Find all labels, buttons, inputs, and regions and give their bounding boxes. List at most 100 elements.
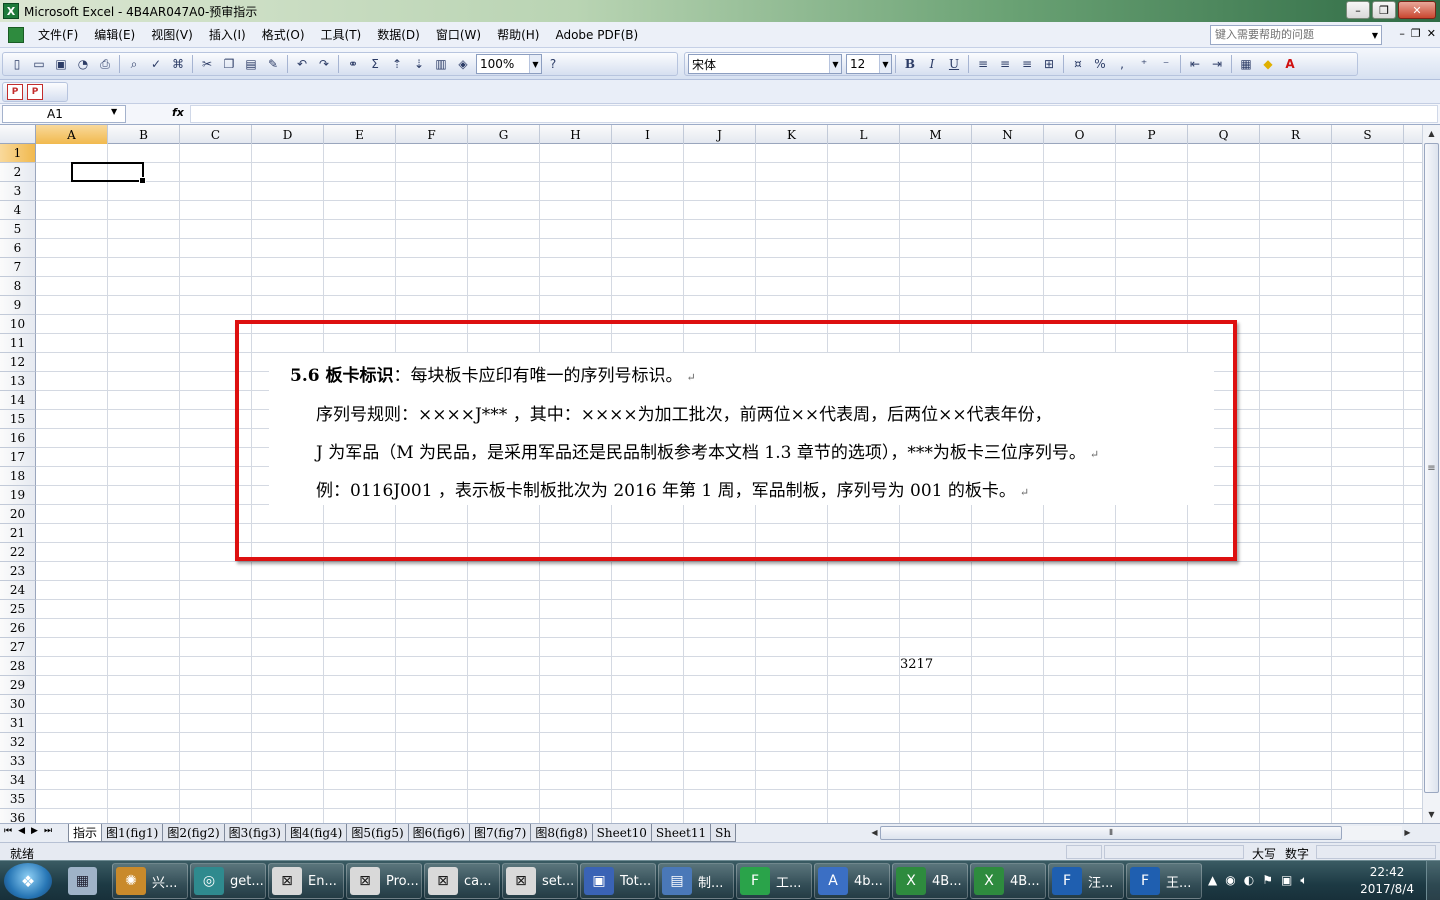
column-header-s[interactable]: S <box>1332 125 1404 144</box>
column-header-j[interactable]: J <box>684 125 756 144</box>
row-header-14[interactable]: 14 <box>0 391 36 410</box>
help-search-input[interactable]: 键入需要帮助的问题 <box>1210 25 1382 45</box>
sheet-tab[interactable]: Sheet10 <box>591 824 652 842</box>
row-header-19[interactable]: 19 <box>0 486 36 505</box>
name-box[interactable]: A1 <box>2 105 126 123</box>
sheet-tab[interactable]: 图6(fig6) <box>407 824 470 842</box>
show-hidden-icons-icon[interactable]: ▲ <box>1208 873 1217 888</box>
format-painter-icon[interactable]: ✎ <box>264 55 282 73</box>
show-desktop-button[interactable] <box>1426 861 1440 900</box>
row-header-29[interactable]: 29 <box>0 676 36 695</box>
taskbar-task[interactable]: ◎ get... <box>190 863 266 899</box>
prev-sheet-icon[interactable]: ◀ <box>18 826 25 836</box>
taskbar-task[interactable]: ⊠ ca... <box>424 863 500 899</box>
menu-data[interactable]: 数据(D) <box>369 22 428 48</box>
bold-button[interactable]: B <box>901 55 919 73</box>
font-dropdown-icon[interactable]: ▼ <box>829 55 841 73</box>
select-all-corner[interactable] <box>0 125 36 144</box>
doc-minimize-button[interactable]: – <box>1399 27 1405 40</box>
highlight-rectangle[interactable] <box>235 320 1237 561</box>
permission-icon[interactable]: ◔ <box>74 55 92 73</box>
row-header-7[interactable]: 7 <box>0 258 36 277</box>
scroll-up-icon[interactable]: ▲ <box>1423 125 1440 142</box>
column-header-r[interactable]: R <box>1260 125 1332 144</box>
row-header-18[interactable]: 18 <box>0 467 36 486</box>
insert-function-icon[interactable]: fx <box>172 106 184 119</box>
sheet-tab[interactable]: 图5(fig5) <box>346 824 409 842</box>
row-header-6[interactable]: 6 <box>0 239 36 258</box>
sheet-tab[interactable]: 图1(fig1) <box>101 824 164 842</box>
last-sheet-icon[interactable]: ⏭ <box>44 826 52 836</box>
calculator-taskbar-icon[interactable]: ▦ <box>64 863 104 899</box>
next-sheet-icon[interactable]: ▶ <box>31 826 38 836</box>
convert-and-email-pdf-icon[interactable]: P <box>27 84 43 100</box>
vertical-scrollbar[interactable]: ▲ ≡ ▼ <box>1422 125 1440 823</box>
row-header-10[interactable]: 10 <box>0 315 36 334</box>
taskbar-task[interactable]: X 4B... <box>892 863 968 899</box>
row-header-26[interactable]: 26 <box>0 619 36 638</box>
vertical-scroll-thumb[interactable]: ≡ <box>1424 143 1439 793</box>
cell-value[interactable]: 3217 <box>900 657 933 672</box>
taskbar-task[interactable]: X 4B... <box>970 863 1046 899</box>
network-icon[interactable]: ▣ <box>1281 873 1292 888</box>
menu-adobe-pdf[interactable]: Adobe PDF(B) <box>547 22 646 48</box>
name-box-dropdown-icon[interactable]: ▼ <box>111 107 117 116</box>
row-header-25[interactable]: 25 <box>0 600 36 619</box>
sheet-tab[interactable]: Sheet11 <box>650 824 712 842</box>
column-header-m[interactable]: M <box>900 125 972 144</box>
column-header-l[interactable]: L <box>828 125 900 144</box>
sheet-tab[interactable]: 图3(fig3) <box>223 824 286 842</box>
chart-wizard-icon[interactable]: ▥ <box>432 55 450 73</box>
first-sheet-icon[interactable]: ⏮ <box>4 826 12 836</box>
hyperlink-icon[interactable]: ⚭ <box>344 55 362 73</box>
column-header-n[interactable]: N <box>972 125 1044 144</box>
redo-icon[interactable]: ↷ <box>315 55 333 73</box>
start-button[interactable]: ❖ <box>4 863 52 899</box>
taskbar-task[interactable]: ⊠ En... <box>268 863 344 899</box>
column-header-b[interactable]: B <box>108 125 180 144</box>
horizontal-scrollbar[interactable]: ◀ ⦀ ▶ <box>866 826 1416 840</box>
menu-help[interactable]: 帮助(H) <box>489 22 547 48</box>
help-icon[interactable]: ? <box>544 55 562 73</box>
zoom-dropdown-icon[interactable]: ▼ <box>529 55 541 73</box>
column-header-i[interactable]: I <box>612 125 684 144</box>
column-header-f[interactable]: F <box>396 125 468 144</box>
sheet-tab[interactable]: 图4(fig4) <box>285 824 348 842</box>
cut-icon[interactable]: ✂ <box>198 55 216 73</box>
row-header-8[interactable]: 8 <box>0 277 36 296</box>
row-header-28[interactable]: 28 <box>0 657 36 676</box>
sheet-tab[interactable]: 图2(fig2) <box>162 824 225 842</box>
increase-indent-icon[interactable]: ⇥ <box>1208 55 1226 73</box>
row-header-23[interactable]: 23 <box>0 562 36 581</box>
column-header-q[interactable]: Q <box>1188 125 1260 144</box>
row-header-1[interactable]: 1 <box>0 144 36 163</box>
column-header-a[interactable]: A <box>36 125 108 144</box>
row-header-2[interactable]: 2 <box>0 163 36 182</box>
antivirus-tray-icon[interactable]: ◐ <box>1244 873 1254 888</box>
column-header-h[interactable]: H <box>540 125 612 144</box>
convert-to-pdf-icon[interactable]: P <box>7 84 23 100</box>
taskbar-task[interactable]: ▣ Tot... <box>580 863 656 899</box>
taskbar-task[interactable]: F 王... <box>1126 863 1202 899</box>
active-cell[interactable] <box>71 162 146 184</box>
currency-icon[interactable]: ¤ <box>1069 55 1087 73</box>
sheet-tab[interactable]: 图8(fig8) <box>530 824 593 842</box>
save-icon[interactable]: ▣ <box>52 55 70 73</box>
italic-button[interactable]: I <box>923 55 941 73</box>
sheet-tab[interactable]: 图7(fig7) <box>468 824 532 842</box>
row-header-13[interactable]: 13 <box>0 372 36 391</box>
taskbar-task[interactable]: A 4b... <box>814 863 890 899</box>
fill-color-icon[interactable]: ◆ <box>1259 55 1277 73</box>
formula-input[interactable] <box>190 105 1438 123</box>
print-icon[interactable]: ⎙ <box>96 55 114 73</box>
column-header-o[interactable]: O <box>1044 125 1116 144</box>
research-icon[interactable]: ⌘ <box>169 55 187 73</box>
row-header-15[interactable]: 15 <box>0 410 36 429</box>
taskbar-task[interactable]: ⊠ Pro... <box>346 863 422 899</box>
center-icon[interactable]: ≡ <box>996 55 1014 73</box>
borders-icon[interactable]: ▦ <box>1237 55 1255 73</box>
volume-icon[interactable]: 🔈︎ <box>1300 873 1307 888</box>
decrease-indent-icon[interactable]: ⇤ <box>1186 55 1204 73</box>
clock[interactable]: 22:42 2017/8/4 <box>1360 864 1414 898</box>
row-header-5[interactable]: 5 <box>0 220 36 239</box>
